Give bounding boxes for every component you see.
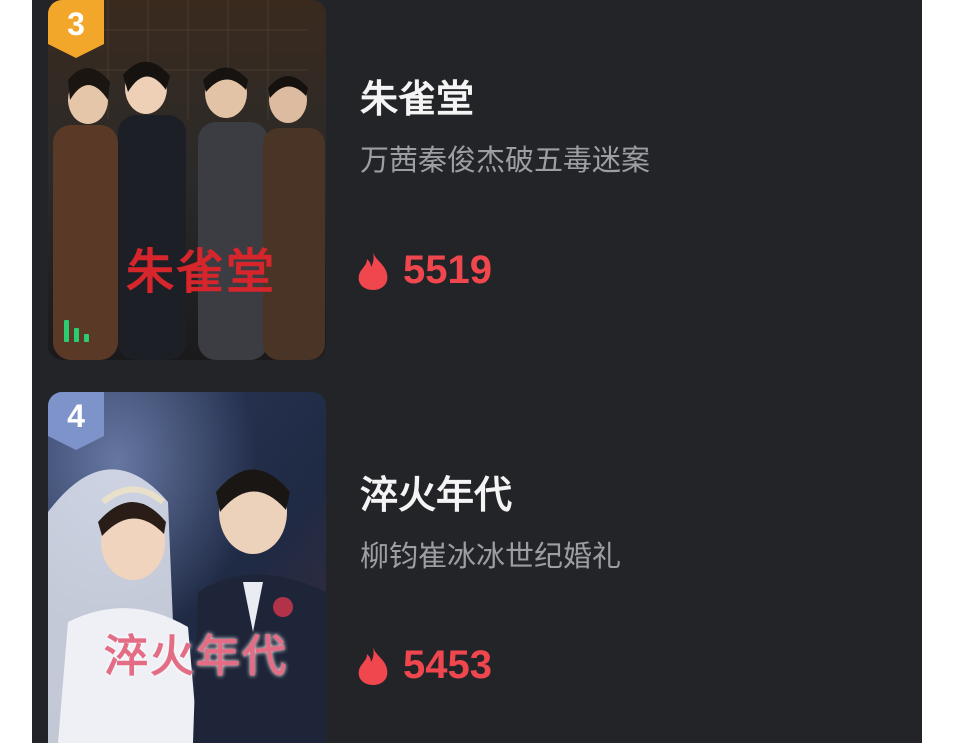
show-title[interactable]: 淬火年代 [360,464,621,519]
rank-number: 4 [67,398,85,434]
flame-icon [358,251,388,290]
heat-value: 5453 [403,643,492,687]
rank-badge: 3 [48,0,104,58]
show-subtitle: 柳钧崔冰冰世纪婚礼 [360,539,622,573]
poster-card-item-3[interactable]: 朱雀堂 3 [48,0,326,360]
heat-score: 5519 [355,248,492,293]
rank-number: 3 [67,6,85,42]
poster-title-text: 淬火年代 [104,631,288,682]
flame-icon [358,646,388,685]
item-3-info[interactable]: 朱雀堂 万茜秦俊杰破五毒迷案 [360,68,650,179]
poster-card-item-4[interactable]: 淬火年代 4 [48,392,326,743]
heat-value: 5519 [403,248,492,292]
heat-score: 5453 [355,643,492,688]
poster-title-text: 朱雀堂 [126,244,277,300]
rank-badge: 4 [48,392,104,450]
show-subtitle: 万茜秦俊杰破五毒迷案 [360,143,651,177]
bar-chart-icon [64,320,89,342]
item-4-info[interactable]: 淬火年代 柳钧崔冰冰世纪婚礼 [360,464,621,575]
show-title[interactable]: 朱雀堂 [360,68,650,123]
